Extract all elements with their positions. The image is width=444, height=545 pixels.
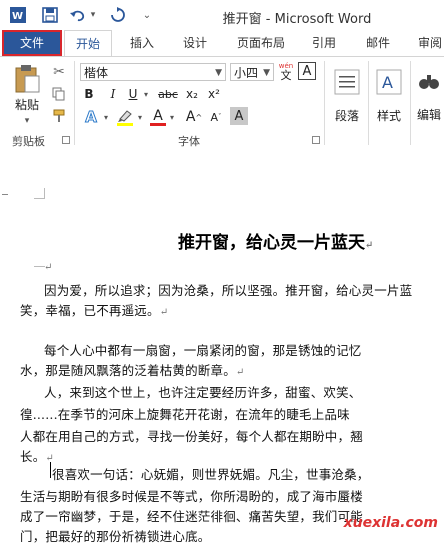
highlight-dropdown-icon[interactable]: ▾ xyxy=(136,107,144,127)
font-name-value: 楷体 xyxy=(84,66,109,80)
superscript-button[interactable]: x² xyxy=(204,85,224,103)
binoculars-icon xyxy=(419,74,439,89)
character-border-button[interactable]: A xyxy=(298,62,316,80)
title-bar: W ▾ ⌄ 推开窗 - Microsoft Word xyxy=(0,0,444,30)
paragraph-line: 成了一帘幽梦，于是，经不住迷茫徘徊、痛苦失望，我们可能 xyxy=(20,509,363,524)
font-size-value: 小四 xyxy=(234,66,259,80)
font-color-dropdown-icon[interactable]: ▾ xyxy=(168,107,176,127)
editing-label: 编辑 xyxy=(416,107,441,122)
tab-design[interactable]: 设计 xyxy=(172,30,218,56)
group-divider xyxy=(410,61,411,145)
ribbon-tabs: 文件 开始 插入 设计 页面布局 引用 邮件 审阅 xyxy=(0,30,444,56)
underline-dropdown-icon[interactable]: ▾ xyxy=(142,85,150,103)
paragraph-line: 笑，幸福，已不再遥远。↵ xyxy=(20,303,169,318)
paragraph-line: 人，来到这个世上，也许注定要经历许多，甜蜜、欢笑、 xyxy=(44,385,362,400)
tab-mailings[interactable]: 邮件 xyxy=(356,30,400,56)
paste-dropdown-icon[interactable]: ▾ xyxy=(20,115,34,127)
tab-file[interactable]: 文件 xyxy=(2,30,62,56)
redo-icon[interactable] xyxy=(108,6,128,24)
tab-review[interactable]: 审阅 xyxy=(410,30,444,56)
font-color-glyph: A xyxy=(153,107,163,124)
save-icon[interactable] xyxy=(40,6,60,24)
tab-home[interactable]: 开始 xyxy=(64,30,112,56)
subscript-button[interactable]: x₂ xyxy=(182,85,202,103)
highlight-button[interactable] xyxy=(114,107,136,127)
word-icon[interactable]: W xyxy=(8,6,28,24)
editing-button[interactable]: 编辑 xyxy=(414,61,444,131)
chevron-down-icon[interactable]: ▼ xyxy=(215,64,222,82)
paragraph-button[interactable]: 段落 xyxy=(330,61,364,131)
tab-page-layout[interactable]: 页面布局 xyxy=(228,30,294,56)
paragraph-line: 徨......在季节的河床上旋舞花开花谢，在流年的睫毛上品味 xyxy=(20,407,350,422)
paragraph-line: 因为爱，所以追求；因为沧桑，所以坚强。推开窗，给心灵一片蓝 xyxy=(44,283,413,298)
shrink-font-button[interactable]: Aˇ xyxy=(206,107,226,127)
cut-icon[interactable]: ✂ xyxy=(50,63,68,81)
group-divider xyxy=(324,61,325,145)
font-name-combo[interactable]: 楷体 ▼ xyxy=(80,63,226,81)
paragraph-label: 段落 xyxy=(334,108,359,123)
grow-font-glyph: A xyxy=(185,109,196,125)
paragraph-line: 门，把最好的那份祈祷锁进心底。 xyxy=(20,529,211,544)
highlighter-icon xyxy=(118,109,132,122)
svg-text:W: W xyxy=(12,11,23,22)
strikethrough-button[interactable]: abc xyxy=(156,85,180,103)
format-painter-icon[interactable] xyxy=(50,107,68,125)
paragraph-line: 长。↵ xyxy=(20,449,54,464)
paste-label: 粘贴 xyxy=(14,97,39,112)
undo-icon[interactable] xyxy=(68,6,88,24)
text-effects-dropdown-icon[interactable]: ▾ xyxy=(102,107,110,127)
shrink-font-glyph: A xyxy=(210,110,219,124)
crop-mark xyxy=(34,188,45,199)
paragraph-line: 生活与期盼有很多时候是不等式，你所渴盼的，成了海市蜃楼 xyxy=(20,489,363,504)
character-shading-button[interactable]: A xyxy=(230,107,248,125)
styles-label: 样式 xyxy=(376,108,401,123)
text-cursor xyxy=(50,462,51,478)
paste-button[interactable]: 粘贴 xyxy=(10,61,44,115)
copy-icon[interactable] xyxy=(50,85,68,103)
grow-font-button[interactable]: A ^ xyxy=(184,107,204,127)
styles-icon: A xyxy=(376,69,402,94)
paragraph-line: 每个人心中都有一扇窗，一扇紧闭的窗，那是锈蚀的记忆 xyxy=(44,343,362,358)
paragraph-icon xyxy=(334,69,360,94)
text-effect-glyph: A xyxy=(85,108,98,127)
clipboard-launcher-icon[interactable] xyxy=(62,136,70,144)
font-size-combo[interactable]: 小四 ▼ xyxy=(230,63,274,81)
phonetic-char: 文 xyxy=(280,69,292,82)
clipboard-group-label: 剪贴板 xyxy=(12,135,45,148)
text-effects-button[interactable]: A xyxy=(80,107,102,127)
group-divider xyxy=(74,61,75,145)
phonetic-guide-button[interactable]: wén 文 xyxy=(276,61,296,83)
tab-insert[interactable]: 插入 xyxy=(120,30,164,56)
tab-references[interactable]: 引用 xyxy=(302,30,346,56)
window-title: 推开窗 - Microsoft Word xyxy=(222,12,372,27)
font-launcher-icon[interactable] xyxy=(312,136,320,144)
paragraph-line: 水，那是随风飘落的泛着枯黄的断章。↵ xyxy=(20,363,245,378)
font-group-label: 字体 xyxy=(178,135,200,148)
document-canvas[interactable]: 推开窗，给心灵一片蓝天↵ ↵ 因为爱，所以追求；因为沧桑，所以坚强。推开窗，给心… xyxy=(0,148,444,544)
italic-button[interactable]: I xyxy=(104,85,122,103)
document-heading: 推开窗，给心灵一片蓝天↵ xyxy=(178,233,374,253)
chevron-down-icon[interactable]: ▼ xyxy=(263,64,270,82)
svg-text:A: A xyxy=(382,73,393,92)
undo-dropdown-icon[interactable]: ▾ xyxy=(88,6,98,24)
highlight-color-swatch xyxy=(117,122,133,126)
font-color-swatch xyxy=(150,122,166,126)
character-shading-glyph: A xyxy=(234,108,244,124)
styles-button[interactable]: A 样式 xyxy=(372,61,406,131)
paragraph-line: 很喜欢一句话：心妩媚，则世界妩媚。凡尘，世事沧桑， xyxy=(52,467,370,482)
empty-paragraph: ↵ xyxy=(44,262,53,273)
paragraph-line: 人都在用自己的方式，寻找一份美好，每个人都在期盼中，翘 xyxy=(20,429,363,444)
ribbon-home: 粘贴 ▾ ✂ 剪贴板 楷体 ▼ 小四 ▼ wén 文 A B I U ▾ abc… xyxy=(0,56,444,150)
ruler-marker xyxy=(2,194,8,195)
clipboard-icon xyxy=(15,64,40,92)
font-color-button[interactable]: A xyxy=(148,107,168,127)
watermark: xuexila.com xyxy=(343,515,438,531)
bold-button[interactable]: B xyxy=(80,85,98,103)
underline-button[interactable]: U xyxy=(124,85,142,103)
group-divider xyxy=(368,61,369,145)
